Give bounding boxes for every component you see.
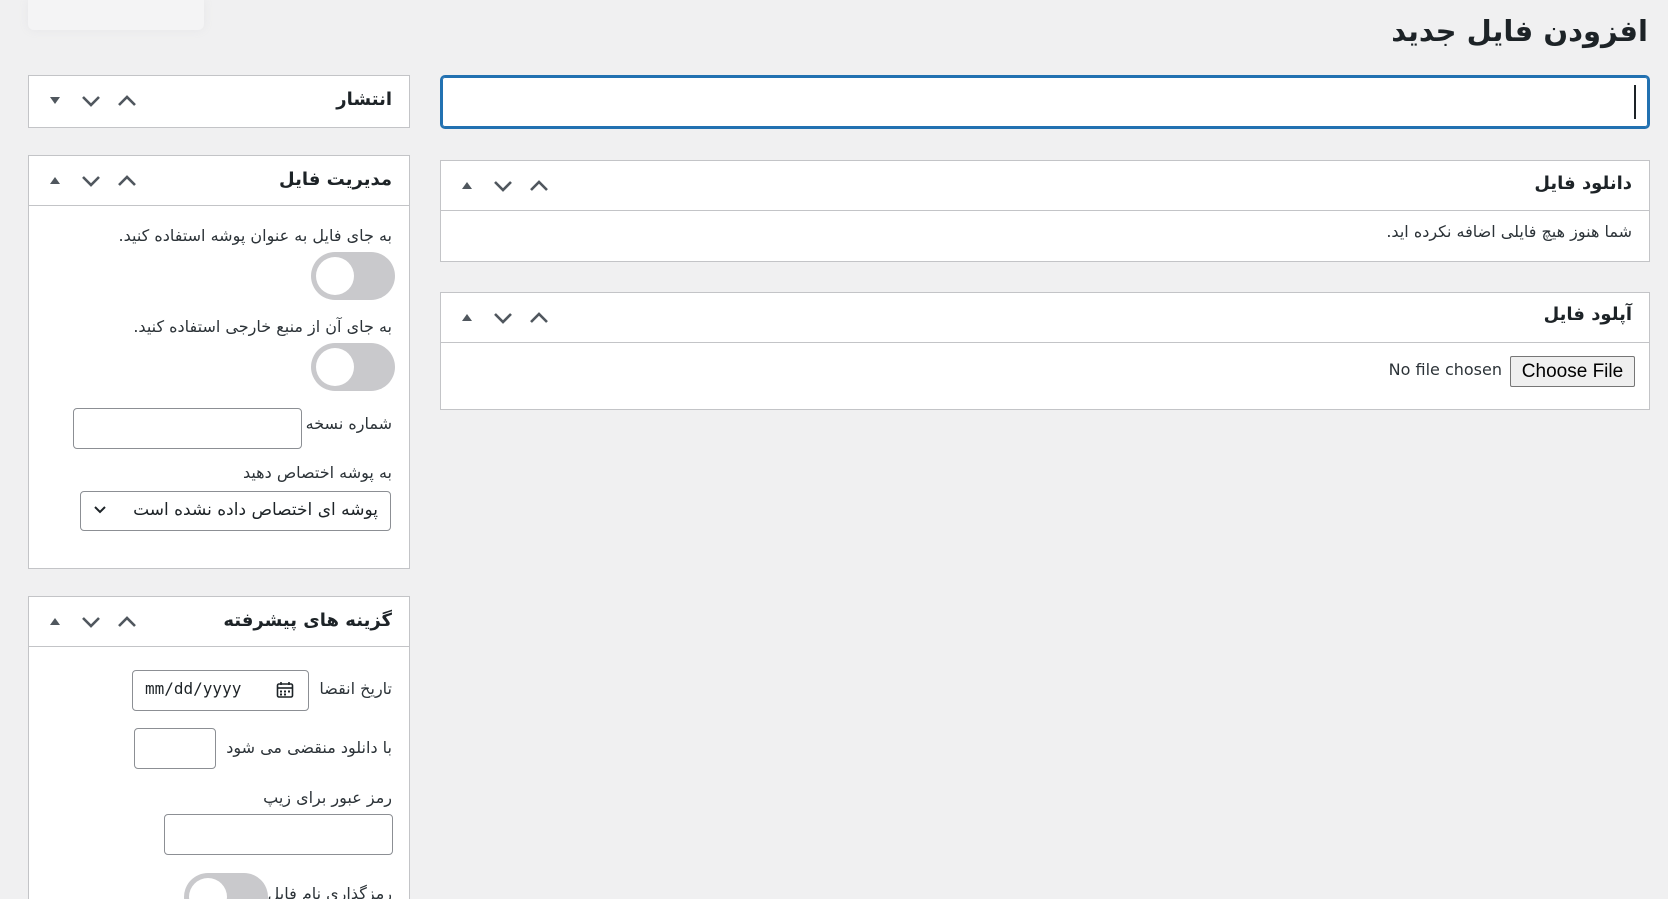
file-title-input[interactable] <box>440 75 1650 129</box>
toggle-knob <box>189 878 227 899</box>
chevron-down-icon <box>82 617 100 628</box>
version-input[interactable] <box>73 408 302 449</box>
expiry-date-placeholder: mm/dd/yyyy <box>145 679 242 698</box>
version-label: شماره نسخه <box>305 414 392 433</box>
upload-file-box: آپلود فایل <box>440 292 1650 410</box>
chevron-up-icon <box>118 616 136 627</box>
chevron-up-icon <box>530 312 548 323</box>
toggle-panel-button[interactable] <box>43 169 67 193</box>
download-file-box-controls <box>455 171 551 201</box>
download-empty-message: شما هنوز هیچ فایلی اضافه نکرده اید. <box>1386 222 1632 241</box>
assign-folder-label: به پوشه اختصاص دهید <box>242 463 392 482</box>
calendar-icon <box>276 682 294 698</box>
chevron-up-icon <box>118 95 136 106</box>
text-caret <box>1634 85 1636 119</box>
publish-box-controls <box>43 86 139 116</box>
chevron-up-icon <box>118 175 136 186</box>
chevron-down-icon <box>494 313 512 324</box>
move-up-button[interactable] <box>527 174 551 198</box>
move-down-button[interactable] <box>79 89 103 113</box>
toggle-knob <box>316 348 354 386</box>
expiry-date-label: تاریخ انقضا <box>319 679 392 698</box>
triangle-toggle-icon <box>50 618 60 625</box>
move-down-button[interactable] <box>79 610 103 634</box>
triangle-toggle-icon <box>462 182 472 189</box>
file-management-box-header: مدیریت فایل <box>29 156 409 206</box>
move-up-button[interactable] <box>115 89 139 113</box>
file-management-box-title: مدیریت فایل <box>279 169 392 190</box>
triangle-toggle-icon <box>50 97 60 104</box>
move-down-button[interactable] <box>491 306 515 330</box>
toggle-panel-button[interactable] <box>43 610 67 634</box>
chevron-down-icon <box>82 96 100 107</box>
no-file-chosen-label: No file chosen <box>1388 360 1502 379</box>
choose-file-button[interactable]: Choose File <box>1510 356 1635 387</box>
zip-password-input[interactable] <box>164 814 393 855</box>
move-down-button[interactable] <box>491 174 515 198</box>
toggle-knob <box>316 257 354 295</box>
advanced-options-box-title: گزینه های پیشرفته <box>223 610 392 631</box>
assign-folder-selected: پوشه ای اختصاص داده نشده است <box>133 500 378 520</box>
download-file-box-header: دانلود فایل <box>441 161 1649 211</box>
use-folder-toggle[interactable] <box>311 252 395 300</box>
move-up-button[interactable] <box>527 306 551 330</box>
external-source-toggle[interactable] <box>311 343 395 391</box>
upload-file-box-title: آپلود فایل <box>1543 304 1632 325</box>
chevron-down-icon <box>94 506 106 514</box>
file-name-toggle[interactable] <box>184 873 268 899</box>
triangle-toggle-icon <box>462 314 472 321</box>
chevron-down-icon <box>82 176 100 187</box>
move-down-button[interactable] <box>79 169 103 193</box>
zip-password-label: رمز عبور برای زیپ <box>263 788 392 807</box>
chevron-up-icon <box>530 180 548 191</box>
chevron-down-icon <box>494 181 512 192</box>
publish-box: انتشار <box>28 75 410 128</box>
upload-file-box-header: آپلود فایل <box>441 293 1649 343</box>
move-up-button[interactable] <box>115 610 139 634</box>
expire-on-download-input[interactable] <box>134 728 216 769</box>
toggle-panel-button[interactable] <box>455 306 479 330</box>
assign-folder-select[interactable]: پوشه ای اختصاص داده نشده است <box>80 491 391 531</box>
triangle-toggle-icon <box>50 177 60 184</box>
upload-file-box-controls <box>455 303 551 333</box>
download-file-box: دانلود فایل شما هنوز هیچ فایلی اضافه نکر… <box>440 160 1650 262</box>
move-up-button[interactable] <box>115 169 139 193</box>
publish-box-header: انتشار <box>29 76 409 127</box>
download-file-box-title: دانلود فایل <box>1534 173 1632 194</box>
file-management-box: مدیریت فایل به جای فایل به عنوان پوشه اس… <box>28 155 410 569</box>
top-blurred-area <box>28 0 204 30</box>
file-management-box-controls <box>43 166 139 196</box>
publish-box-title: انتشار <box>336 89 392 110</box>
expiry-date-input[interactable]: mm/dd/yyyy <box>132 670 309 711</box>
advanced-options-box: گزینه های پیشرفته تاریخ انقضا mm/dd/yyyy… <box>28 596 410 899</box>
toggle-panel-button[interactable] <box>455 174 479 198</box>
expire-on-download-label: با دانلود منقضی می شود <box>226 738 392 757</box>
file-name-label: رمزگذاری نام فایل <box>267 884 392 899</box>
advanced-options-box-controls <box>43 607 139 637</box>
toggle-panel-button[interactable] <box>43 89 67 113</box>
advanced-options-box-header: گزینه های پیشرفته <box>29 597 409 647</box>
page-title: افزودن فایل جدید <box>1391 14 1648 48</box>
external-source-label: به جای آن از منبع خارجی استفاده کنید. <box>133 317 392 336</box>
use-folder-label: به جای فایل به عنوان پوشه استفاده کنید. <box>118 226 393 245</box>
